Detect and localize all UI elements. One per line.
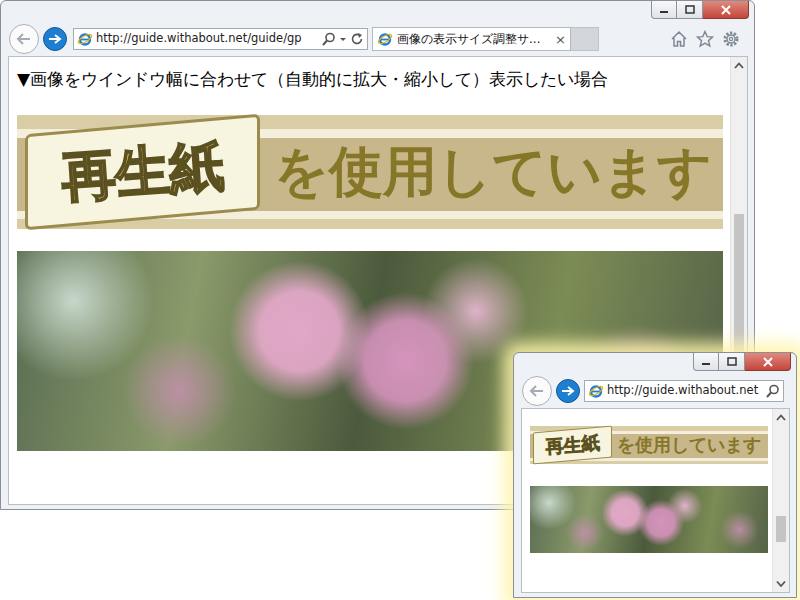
title-bar [1,1,754,22]
ie-logo-icon [588,383,604,399]
minimize-icon[interactable] [651,1,677,19]
small-browser-window[interactable]: http://guide.withabout.net 再生紙 を使用しています [513,352,797,598]
scroll-up-icon[interactable] [773,409,789,426]
page-viewport: 再生紙 を使用しています [521,408,790,593]
banner-badge: 再生紙 [25,114,260,231]
address-text[interactable]: http://guide.withabout.net [607,382,766,399]
forward-arrow-icon[interactable] [43,27,67,51]
maximize-icon[interactable] [719,353,745,371]
scroll-up-icon[interactable] [731,57,747,74]
navigation-bar: http://guide.withabout.net [514,374,796,408]
page-heading: ▼画像をウインドウ幅に合わせて（自動的に拡大・縮小して）表示したい場合 [17,67,722,91]
new-tab-area[interactable] [571,27,599,51]
banner-badge: 再生紙 [533,426,612,465]
tab-label[interactable]: 画像の表示サイズ調整サ... [397,30,551,48]
desktop: http://guide.withabout.net/guide/gp 画像の表… [0,0,800,600]
search-icon[interactable] [766,384,780,398]
settings-gear-icon[interactable] [722,30,740,48]
browser-tab[interactable]: 画像の表示サイズ調整サ... × [372,27,571,51]
close-icon[interactable] [745,353,791,371]
forward-arrow-icon[interactable] [556,379,580,403]
dropdown-icon[interactable] [339,32,347,46]
scroll-down-icon[interactable] [773,575,789,592]
banner-text: を使用しています [617,435,761,455]
ie-logo-icon [377,31,393,47]
favorites-star-icon[interactable] [696,30,714,48]
home-icon[interactable] [670,30,688,48]
banner-text: を使用しています [274,142,712,201]
maximize-icon[interactable] [677,1,703,19]
tab-close-button[interactable]: × [555,33,566,46]
close-icon[interactable] [703,1,749,19]
badge-text: 再生紙 [545,433,600,457]
address-text[interactable]: http://guide.withabout.net/guide/gp [96,30,322,47]
recycled-paper-banner: 再生紙 を使用しています [530,426,768,464]
navigation-bar: http://guide.withabout.net/guide/gp 画像の表… [1,22,754,56]
web-page: 再生紙 を使用しています [522,409,772,592]
scrollbar[interactable] [772,409,789,592]
recycled-paper-banner: 再生紙 を使用しています [17,115,723,229]
search-icon[interactable] [322,32,336,46]
badge-text: 再生紙 [60,137,226,208]
back-arrow-icon[interactable] [522,376,552,406]
address-bar[interactable]: http://guide.withabout.net/guide/gp [73,28,368,50]
cherry-blossom-photo [530,486,768,553]
address-bar[interactable]: http://guide.withabout.net [584,380,784,402]
ie-logo-icon [77,31,93,47]
tab-strip: 画像の表示サイズ調整サ... × [372,27,571,51]
minimize-icon[interactable] [693,353,719,371]
refresh-icon[interactable] [350,32,364,46]
scroll-thumb[interactable] [776,516,786,542]
title-bar [514,353,796,374]
back-arrow-icon[interactable] [9,24,39,54]
